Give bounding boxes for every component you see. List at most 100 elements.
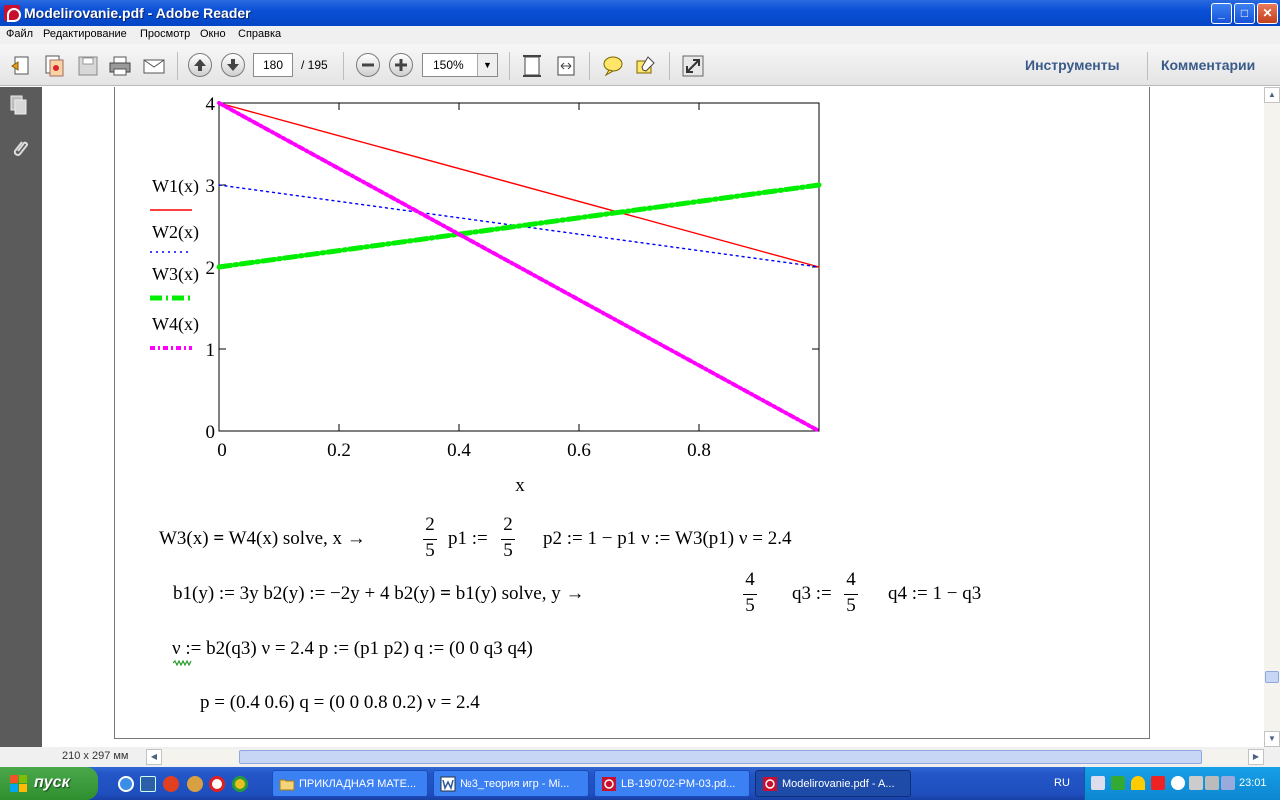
menu-help[interactable]: Справка — [238, 28, 281, 40]
maximize-button[interactable]: □ — [1234, 3, 1255, 24]
chrome-icon[interactable] — [232, 776, 248, 792]
fit-width-icon[interactable] — [554, 54, 578, 78]
formula-text: b1(y) := 3y b2(y) := −2y + 4 b2(y) — [173, 583, 441, 604]
fraction-denominator: 5 — [425, 540, 435, 561]
taskbar-item-folder[interactable]: ПРИКЛАДНАЯ МАТЕ... — [272, 770, 428, 797]
formula-bold-equals: = — [440, 583, 451, 604]
vertical-scrollbar[interactable]: ▲ ▼ — [1264, 87, 1280, 747]
formula-bold-equals: = — [213, 528, 225, 549]
arrow-down-icon — [227, 59, 239, 71]
plus-icon — [395, 59, 407, 71]
scroll-left-icon[interactable]: ◀ — [146, 749, 162, 765]
windows-flag-icon — [10, 775, 27, 792]
zoom-in-button[interactable] — [389, 53, 413, 77]
y-tick-label: 4 — [206, 94, 216, 115]
desktop-icon[interactable] — [140, 776, 156, 792]
fullscreen-icon[interactable] — [681, 54, 705, 78]
menu-edit[interactable]: Редактирование — [43, 28, 127, 40]
security-icon[interactable] — [1131, 776, 1145, 790]
task-label: LB-190702-PM-03.pd... — [621, 778, 736, 790]
word-icon — [440, 776, 456, 792]
task-label: Modelirovanie.pdf - A... — [782, 778, 895, 790]
menu-view[interactable]: Просмотр — [140, 28, 190, 40]
usb-icon[interactable] — [1221, 776, 1235, 790]
page-up-button[interactable] — [188, 53, 212, 77]
scroll-thumb[interactable] — [239, 750, 1202, 764]
app-icon[interactable] — [163, 776, 179, 792]
display-icon[interactable] — [1189, 776, 1203, 790]
start-label: пуск — [34, 774, 70, 791]
window-title: Modelirovanie.pdf - Adobe Reader — [24, 5, 251, 21]
print-icon[interactable] — [108, 54, 132, 78]
combine-icon[interactable] — [42, 54, 66, 78]
tools-pane-button[interactable]: Инструменты — [1025, 57, 1120, 73]
chevron-down-icon[interactable]: ▼ — [477, 54, 497, 76]
formula-line-1c: p1 := — [448, 528, 488, 549]
fraction-denominator: 5 — [846, 595, 856, 616]
page-total: / 195 — [301, 58, 328, 72]
highlight-icon[interactable] — [634, 54, 658, 78]
scroll-right-icon[interactable]: ▶ — [1248, 749, 1264, 765]
antivirus-icon[interactable] — [1151, 776, 1165, 790]
fit-page-icon[interactable] — [520, 54, 544, 78]
create-pdf-icon[interactable] — [10, 54, 34, 78]
zoom-out-button[interactable] — [356, 53, 380, 77]
page-number-input[interactable]: 180 — [253, 53, 293, 77]
x-axis-label: x — [515, 475, 525, 496]
toolbar-separator — [589, 52, 590, 80]
pdf-icon — [602, 777, 616, 791]
series-line-4 — [217, 101, 821, 433]
language-indicator[interactable]: RU — [1054, 777, 1070, 789]
horizontal-scrollbar[interactable]: ◀ ▶ — [146, 749, 1264, 765]
app-icon[interactable] — [187, 776, 203, 792]
plot-area: 0 1 2 3 4 0 0.2 0.4 0.6 0.8 x — [150, 94, 822, 496]
legend-label-w2: W2(x) — [152, 222, 199, 242]
comment-icon[interactable] — [601, 54, 625, 78]
volume-icon[interactable] — [1205, 776, 1219, 790]
update-icon[interactable] — [1171, 776, 1185, 790]
scroll-up-icon[interactable]: ▲ — [1264, 87, 1280, 103]
taskbar-item-word[interactable]: №3_теория игр - Mi... — [433, 770, 589, 797]
fraction-denominator: 5 — [503, 540, 513, 561]
toolbar-separator — [1147, 52, 1148, 80]
toolbar-separator — [343, 52, 344, 80]
adobe-reader-icon — [4, 5, 21, 22]
menu-window[interactable]: Окно — [200, 28, 226, 40]
arrow-up-icon — [194, 59, 206, 71]
formula-line-2a: b1(y) := 3y b2(y) := −2y + 4 b2(y) = b1(… — [173, 583, 584, 605]
formula-text: W3(x) — [159, 528, 214, 549]
shield-icon[interactable] — [1111, 776, 1125, 790]
attachments-icon[interactable] — [9, 137, 29, 161]
formula-line-2d: q4 := 1 − q3 — [888, 583, 982, 604]
menu-file[interactable]: Файл — [6, 28, 33, 40]
network-icon[interactable] — [1091, 776, 1105, 790]
email-icon[interactable] — [142, 54, 166, 78]
legend-label-w3: W3(x) — [152, 264, 199, 284]
close-button[interactable]: ✕ — [1257, 3, 1278, 24]
opera-icon[interactable] — [209, 776, 225, 792]
taskbar-item-pdf[interactable]: LB-190702-PM-03.pd... — [594, 770, 750, 797]
page-down-button[interactable] — [221, 53, 245, 77]
page-thumbnails-icon[interactable] — [9, 95, 29, 115]
toolbar-separator — [177, 52, 178, 80]
scroll-down-icon[interactable]: ▼ — [1264, 731, 1280, 747]
zoom-select[interactable]: 150% ▼ — [422, 53, 498, 77]
formula-line-3: ν := b2(q3) ν = 2.4 p := (p1 p2) q := (0… — [172, 638, 533, 659]
minimize-button[interactable]: _ — [1211, 3, 1232, 24]
toolbar-separator — [509, 52, 510, 80]
legend-label-w1: W1(x) — [152, 176, 199, 196]
taskbar: пуск ПРИКЛАДНАЯ МАТЕ... №3_теория игр - … — [0, 767, 1280, 800]
folder-icon — [279, 779, 295, 791]
y-tick-label: 2 — [206, 258, 216, 279]
formula-line-1d: p2 := 1 − p1 ν := W3(p1) ν = 2.4 — [543, 528, 792, 549]
system-tray: 23:01 — [1084, 767, 1280, 800]
minus-icon — [362, 63, 374, 67]
start-button[interactable]: пуск — [0, 767, 98, 800]
title-bar: Modelirovanie.pdf - Adobe Reader _ □ ✕ — [0, 0, 1280, 26]
comments-pane-button[interactable]: Комментарии — [1161, 57, 1255, 73]
scroll-thumb[interactable] — [1265, 671, 1279, 683]
taskbar-item-pdf-active[interactable]: Modelirovanie.pdf - A... — [755, 770, 911, 797]
save-icon[interactable] — [76, 54, 100, 78]
clock: 23:01 — [1239, 777, 1267, 789]
ie-icon[interactable] — [118, 776, 134, 792]
